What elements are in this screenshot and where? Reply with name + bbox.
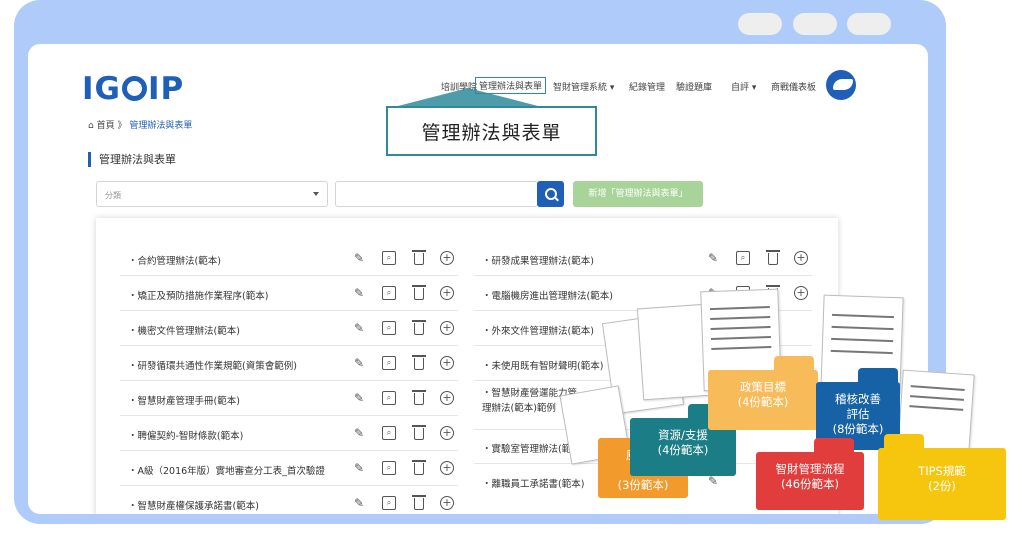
add-circle-icon[interactable]: + xyxy=(440,321,454,335)
nav-dashboard[interactable]: 商戰儀表板 xyxy=(771,80,816,93)
callout-label: 管理辦法與表單 xyxy=(386,106,597,156)
logo-globe-icon xyxy=(121,76,147,101)
pencil-icon[interactable]: ✎ xyxy=(706,474,720,488)
add-circle-icon[interactable]: + xyxy=(440,356,454,370)
trash-icon[interactable] xyxy=(412,355,426,370)
list-item[interactable]: ・研發循環共通性作業規範(資策會範例) ✎ ⌕ + xyxy=(120,347,458,381)
igoip-logo[interactable]: IG IP xyxy=(82,71,184,107)
list-item[interactable]: ・離職員工承諾書(範本) ✎ xyxy=(474,465,812,499)
pencil-icon[interactable]: ✎ xyxy=(352,251,366,265)
pencil-icon[interactable]: ✎ xyxy=(352,321,366,335)
add-circle-icon[interactable]: + xyxy=(440,426,454,440)
user-avatar[interactable] xyxy=(826,70,856,100)
breadcrumb-home[interactable]: 首頁 xyxy=(97,121,115,131)
window-dot xyxy=(847,13,891,35)
add-circle-icon[interactable]: + xyxy=(440,251,454,265)
nav-records[interactable]: 紀錄管理 xyxy=(629,80,665,93)
preview-icon[interactable]: ⌕ xyxy=(382,286,396,300)
preview-icon[interactable]: ⌕ xyxy=(382,496,396,510)
pencil-icon[interactable]: ✎ xyxy=(352,391,366,405)
trash-icon[interactable] xyxy=(766,285,780,300)
preview-icon[interactable]: ⌕ xyxy=(382,461,396,475)
add-circle-icon[interactable]: + xyxy=(440,461,454,475)
page-screen: IG IP 培訓學院 管理辦法與表單 智財管理系統 ▾ 紀錄管理 驗證題庫 自評 … xyxy=(28,44,928,514)
list-item[interactable]: ・聘僱契約-智財條款(範本) ✎ ⌕ + xyxy=(120,417,458,451)
list-item[interactable]: ・研發成果管理辦法(範本) ✎ ⌕ + xyxy=(474,242,812,276)
list-item[interactable]: ・實驗室管理辦法(範本) xyxy=(474,430,812,464)
list-item[interactable]: ・未使用既有智財聲明(範本) xyxy=(474,347,812,381)
nav-ip-system[interactable]: 智財管理系統 ▾ xyxy=(553,80,614,93)
pencil-icon[interactable]: ✎ xyxy=(352,496,366,510)
preview-icon[interactable]: ⌕ xyxy=(382,321,396,335)
list-item[interactable]: ・矯正及預防措施作業程序(範本) ✎ ⌕ + xyxy=(120,277,458,311)
pencil-icon[interactable]: ✎ xyxy=(352,286,366,300)
list-item[interactable]: ・智慧財產權保護承諾書(範本) ✎ ⌕ + xyxy=(120,487,458,514)
trash-icon[interactable] xyxy=(412,460,426,475)
search-button[interactable] xyxy=(537,181,564,207)
pencil-icon[interactable]: ✎ xyxy=(706,286,720,300)
pencil-icon[interactable]: ✎ xyxy=(352,461,366,475)
list-item[interactable]: ・智慧財產營運能力管理辦法(範本)範例 xyxy=(474,382,812,430)
pencil-icon[interactable]: ✎ xyxy=(352,356,366,370)
list-item[interactable]: ・合約管理辦法(範本) ✎ ⌕ + xyxy=(120,242,458,276)
forms-panel: ・合約管理辦法(範本) ✎ ⌕ + ・矯正及預防措施作業程序(範本) ✎ ⌕ + ・機密文件… xyxy=(96,218,838,514)
chevron-down-icon: ▾ xyxy=(609,83,615,93)
list-item[interactable]: ・A級（2016年版）實地審查分工表_首次驗證 ✎ ⌕ + xyxy=(120,452,458,486)
preview-icon[interactable]: ⌕ xyxy=(736,286,750,300)
trash-icon[interactable] xyxy=(766,250,780,265)
chevron-down-icon: ▾ xyxy=(751,83,757,93)
home-icon[interactable]: ⌂ xyxy=(88,121,97,131)
search-input[interactable] xyxy=(335,181,538,207)
trash-icon[interactable] xyxy=(412,250,426,265)
window-dot xyxy=(738,13,782,35)
add-circle-icon[interactable]: + xyxy=(440,496,454,510)
breadcrumb: ⌂ 首頁 》 管理辦法與表單 xyxy=(88,121,193,131)
section-title: 管理辦法與表單 xyxy=(88,152,176,167)
add-form-button[interactable]: 新增「管理辦法與表單」 xyxy=(573,181,703,207)
add-circle-icon[interactable]: + xyxy=(440,286,454,300)
trash-icon[interactable] xyxy=(412,390,426,405)
trash-icon[interactable] xyxy=(412,285,426,300)
nav-self-assessment[interactable]: 自評 ▾ xyxy=(731,80,756,93)
preview-icon[interactable]: ⌕ xyxy=(382,426,396,440)
add-circle-icon[interactable]: + xyxy=(794,251,808,265)
trash-icon[interactable] xyxy=(412,495,426,510)
add-circle-icon[interactable]: + xyxy=(440,391,454,405)
preview-icon[interactable]: ⌕ xyxy=(736,251,750,265)
chevron-down-icon xyxy=(313,192,319,196)
breadcrumb-current: 管理辦法與表單 xyxy=(129,121,193,131)
preview-icon[interactable]: ⌕ xyxy=(382,251,396,265)
pencil-icon[interactable]: ✎ xyxy=(706,251,720,265)
preview-icon[interactable]: ⌕ xyxy=(382,391,396,405)
callout-pointer xyxy=(398,88,538,106)
trash-icon[interactable] xyxy=(412,425,426,440)
window-dot xyxy=(793,13,837,35)
category-select[interactable]: 分類 xyxy=(96,181,328,207)
add-circle-icon[interactable]: + xyxy=(794,286,808,300)
list-item[interactable]: ・智慧財產管理手冊(範本) ✎ ⌕ + xyxy=(120,382,458,416)
list-item[interactable]: ・電腦機房進出管理辦法(範本) ✎ ⌕ + xyxy=(474,277,812,311)
nav-question-bank[interactable]: 驗證題庫 xyxy=(676,80,712,93)
list-item[interactable]: ・外來文件管理辦法(範本) xyxy=(474,312,812,346)
list-item[interactable]: ・機密文件管理辦法(範本) ✎ ⌕ + xyxy=(120,312,458,346)
pencil-icon[interactable]: ✎ xyxy=(352,426,366,440)
trash-icon[interactable] xyxy=(412,320,426,335)
preview-icon[interactable]: ⌕ xyxy=(382,356,396,370)
